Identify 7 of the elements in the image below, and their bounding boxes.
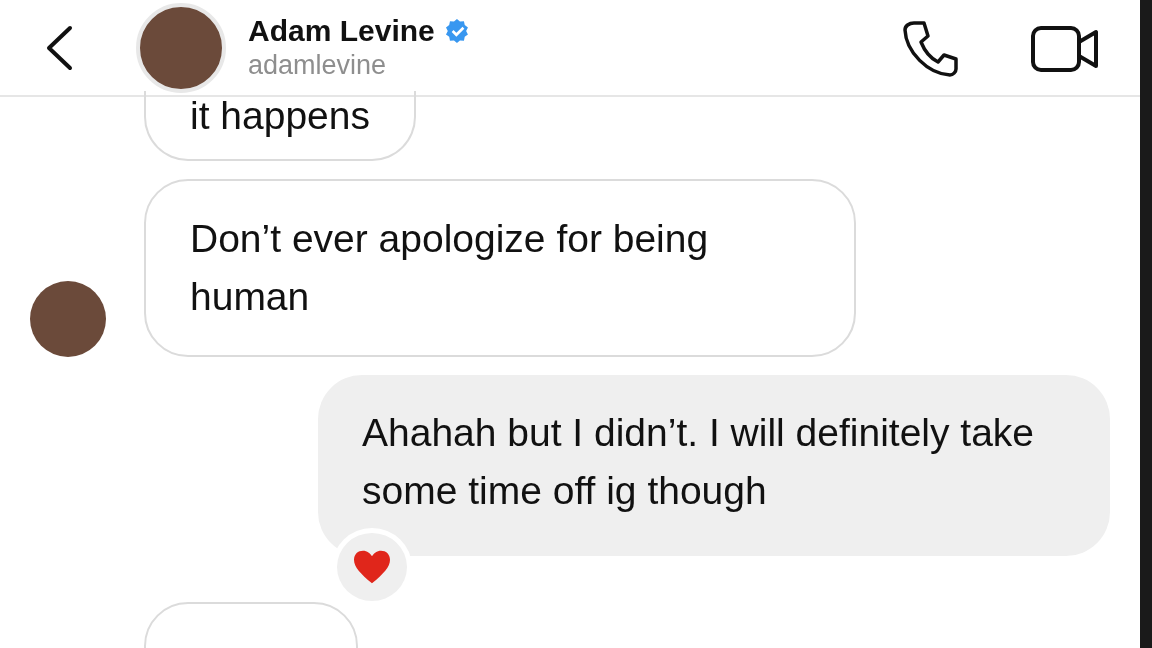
username: adamlevine (248, 48, 388, 82)
contact-name: Adam Levine (248, 13, 435, 48)
message-text: Ahahah but I didn’t. I will definitely take some time off ig though (362, 411, 1035, 512)
heart-icon (352, 549, 392, 585)
message-text: Don’t ever apologize for being human (190, 217, 709, 318)
message-text: it happens (190, 94, 370, 137)
back-icon[interactable] (44, 24, 74, 71)
